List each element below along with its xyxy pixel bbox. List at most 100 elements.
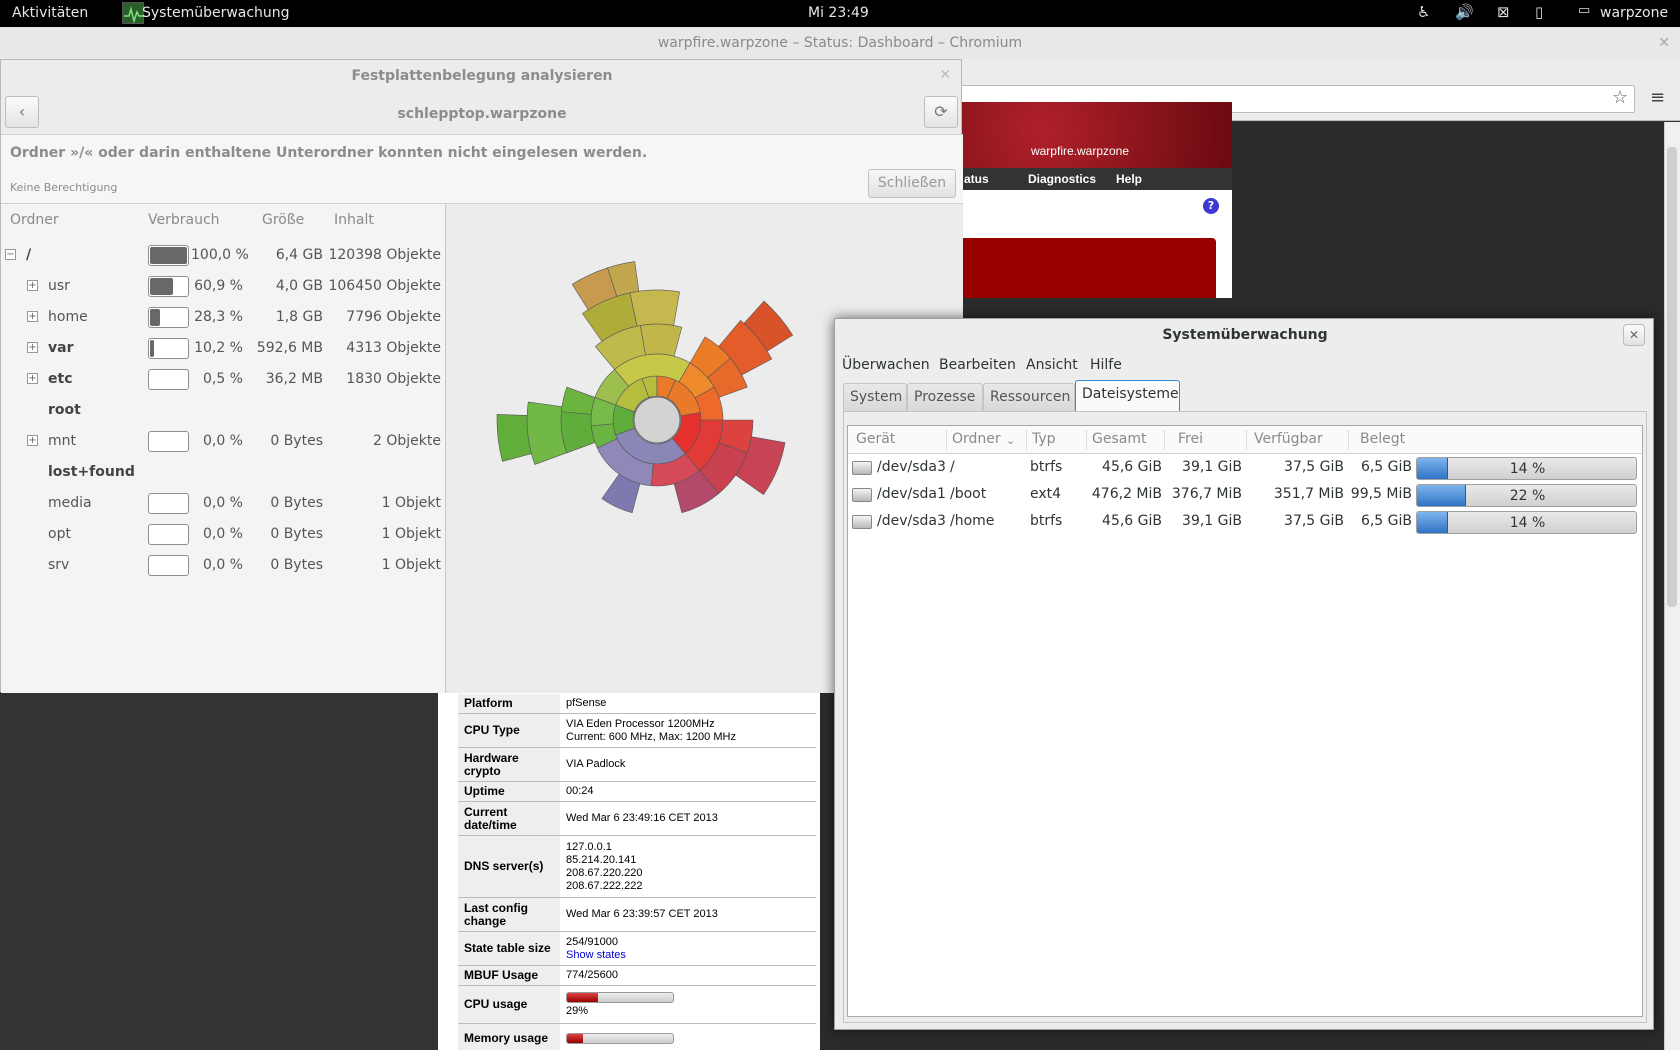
used-percent-label: 14 %: [1509, 461, 1546, 477]
column-header-content[interactable]: Inhalt: [334, 212, 374, 228]
folder-content: 106450 Objekte: [328, 278, 441, 294]
table-row[interactable]: + etc 0,5 % 36,2 MB 1830 Objekte: [1, 364, 446, 395]
pfsense-header: [960, 102, 1232, 170]
info-key: Hardware crypto: [458, 747, 560, 782]
menu-bar: Überwachen Bearbeiten Ansicht Hilfe: [835, 351, 1655, 381]
clock[interactable]: Mi 23:49: [808, 5, 869, 21]
help-icon[interactable]: ?: [1203, 198, 1219, 214]
available-size: 351,7 MiB: [1273, 486, 1344, 502]
page-scrollbar-thumb[interactable]: [1667, 147, 1677, 607]
battery-icon[interactable]: ▯: [1535, 3, 1543, 21]
folder-content: 2 Objekte: [373, 433, 441, 449]
ring-segment-etc-deep[interactable]: [496, 414, 532, 462]
chat-icon[interactable]: ▭: [1578, 3, 1590, 18]
filesystem-type: btrfs: [1030, 459, 1063, 475]
close-info-button[interactable]: Schließen: [868, 169, 956, 198]
state-table-value: 254/91000: [566, 935, 618, 948]
table-row[interactable]: lost+found: [1, 457, 446, 488]
cpu-usage-fill: [567, 993, 598, 1003]
tab-processes[interactable]: Prozesse: [907, 383, 983, 411]
table-row[interactable]: + var 10,2 % 592,6 MB 4313 Objekte: [1, 333, 446, 364]
table-row[interactable]: root: [1, 395, 446, 426]
table-row[interactable]: + usr 60,9 % 4,0 GB 106450 Objekte: [1, 271, 446, 302]
filesystem-type: ext4: [1030, 486, 1062, 502]
table-row[interactable]: /dev/sda3/ btrfs 45,6 GiB 39,1 GiB 37,5 GiB 6…: [848, 455, 1642, 482]
expander-icon[interactable]: −: [5, 249, 16, 260]
dns-server: 208.67.220.220: [566, 866, 643, 879]
table-row[interactable]: srv 0,0 % 0 Bytes 1 Objekt: [1, 550, 446, 581]
info-value: 127.0.0.1 85.214.20.141 208.67.220.220 2…: [560, 835, 816, 898]
table-row[interactable]: /dev/sda3/home btrfs 45,6 GiB 39,1 GiB 37,5 …: [848, 509, 1642, 536]
window-title: Festplattenbelegung analysieren: [351, 68, 613, 84]
folder-tree[interactable]: Ordner Verbrauch Größe Inhalt −/ 100,0 % 6…: [1, 204, 446, 693]
column-header-folder[interactable]: Ordner: [10, 212, 59, 228]
info-value: Wed Mar 6 23:49:16 CET 2013: [560, 801, 816, 836]
chromium-menu-icon[interactable]: ≡: [1650, 87, 1665, 108]
system-monitor-app-icon[interactable]: [122, 2, 144, 24]
pfsense-hostname: warpfire.warpzone: [1030, 144, 1130, 158]
used-size: 6,5 GiB: [1360, 459, 1412, 475]
volume-icon[interactable]: 🔊: [1455, 3, 1474, 21]
ring-segment-etc-deep[interactable]: [526, 401, 568, 465]
ring-segment-usr-deep[interactable]: [629, 289, 680, 327]
table-row[interactable]: media 0,0 % 0 Bytes 1 Objekt: [1, 488, 446, 519]
info-bar: Ordner »/« oder darin enthaltene Unteror…: [1, 134, 963, 204]
list-header: Gerät Ordner ⌄ Typ Gesamt Frei Verfügbar…: [848, 426, 1642, 454]
bookmark-star-icon[interactable]: ☆: [1612, 87, 1628, 108]
column-header-size[interactable]: Größe: [262, 212, 304, 228]
usage-percent: 100,0 %: [191, 247, 249, 263]
expander-icon[interactable]: +: [27, 280, 38, 291]
filesystem-list[interactable]: Gerät Ordner ⌄ Typ Gesamt Frei Verfügbar…: [847, 425, 1643, 1017]
folder-name: etc: [48, 371, 73, 387]
close-button[interactable]: ✕: [1623, 324, 1645, 346]
info-key: Memory usage: [458, 1023, 560, 1050]
nav-diagnostics[interactable]: Diagnostics: [1028, 172, 1096, 186]
chromium-close-icon[interactable]: ✕: [1658, 27, 1670, 59]
network-icon[interactable]: ⊠: [1497, 3, 1510, 21]
expander-icon[interactable]: +: [27, 435, 38, 446]
system-information-table: Platform pfSense CPU Type VIA Eden Process…: [458, 694, 816, 1050]
expander-icon[interactable]: +: [27, 311, 38, 322]
used-percent-bar: 22 %: [1416, 484, 1637, 507]
ring-segment-etc-sub[interactable]: [560, 411, 596, 454]
close-icon[interactable]: ✕: [939, 67, 951, 83]
nav-status[interactable]: atus: [964, 172, 989, 186]
used-percent-bar: 14 %: [1416, 457, 1637, 480]
location-label: schlepptop.warpzone: [397, 106, 567, 122]
show-states-link[interactable]: Show states: [566, 949, 810, 962]
ring-segment-etc-sub[interactable]: [561, 386, 596, 415]
folder-content: 1 Objekt: [381, 557, 441, 573]
nav-help[interactable]: Help: [1116, 172, 1142, 186]
usage-percent: 0,0 %: [202, 495, 243, 511]
activities-button[interactable]: Aktivitäten: [12, 5, 88, 21]
column-header-usage[interactable]: Verbrauch: [148, 212, 220, 228]
accessibility-icon[interactable]: ♿: [1417, 3, 1430, 21]
menu-edit[interactable]: Bearbeiten: [939, 357, 1016, 373]
info-key: CPU usage: [458, 985, 560, 1024]
cpu-usage-value: 29%: [566, 1004, 589, 1017]
info-key: DNS server(s): [458, 835, 560, 898]
table-row[interactable]: + mnt 0,0 % 0 Bytes 2 Objekte: [1, 426, 446, 457]
table-row: Current date/time Wed Mar 6 23:49:16 CET …: [458, 801, 816, 836]
expander-icon[interactable]: +: [27, 342, 38, 353]
menu-view[interactable]: Ansicht: [1026, 357, 1078, 373]
usage-bar: [148, 338, 189, 359]
table-row[interactable]: opt 0,0 % 0 Bytes 1 Objekt: [1, 519, 446, 550]
usage-percent: 0,0 %: [202, 433, 243, 449]
folder-size: 0 Bytes: [270, 433, 323, 449]
table-row[interactable]: + home 28,3 % 1,8 GB 7796 Objekte: [1, 302, 446, 333]
ring-center-root[interactable]: [633, 396, 681, 444]
usage-bar: [148, 493, 189, 514]
menu-help[interactable]: Hilfe: [1090, 357, 1122, 373]
tab-system[interactable]: System: [843, 383, 907, 411]
expander-icon[interactable]: +: [27, 373, 38, 384]
menu-monitor[interactable]: Überwachen: [842, 357, 930, 373]
available-size: 37,5 GiB: [1284, 459, 1344, 475]
table-row[interactable]: /dev/sda1/boot ext4 476,2 MiB 376,7 MiB 351,…: [848, 482, 1642, 509]
table-row[interactable]: −/ 100,0 % 6,4 GB 120398 Objekte: [1, 240, 446, 271]
app-menu[interactable]: Systemüberwachung: [142, 5, 290, 21]
tab-filesystems[interactable]: Dateisysteme: [1075, 380, 1180, 411]
ring-segment-usr-sub[interactable]: [639, 323, 683, 357]
user-menu[interactable]: warpzone: [1600, 5, 1668, 21]
tab-resources[interactable]: Ressourcen: [983, 383, 1075, 411]
